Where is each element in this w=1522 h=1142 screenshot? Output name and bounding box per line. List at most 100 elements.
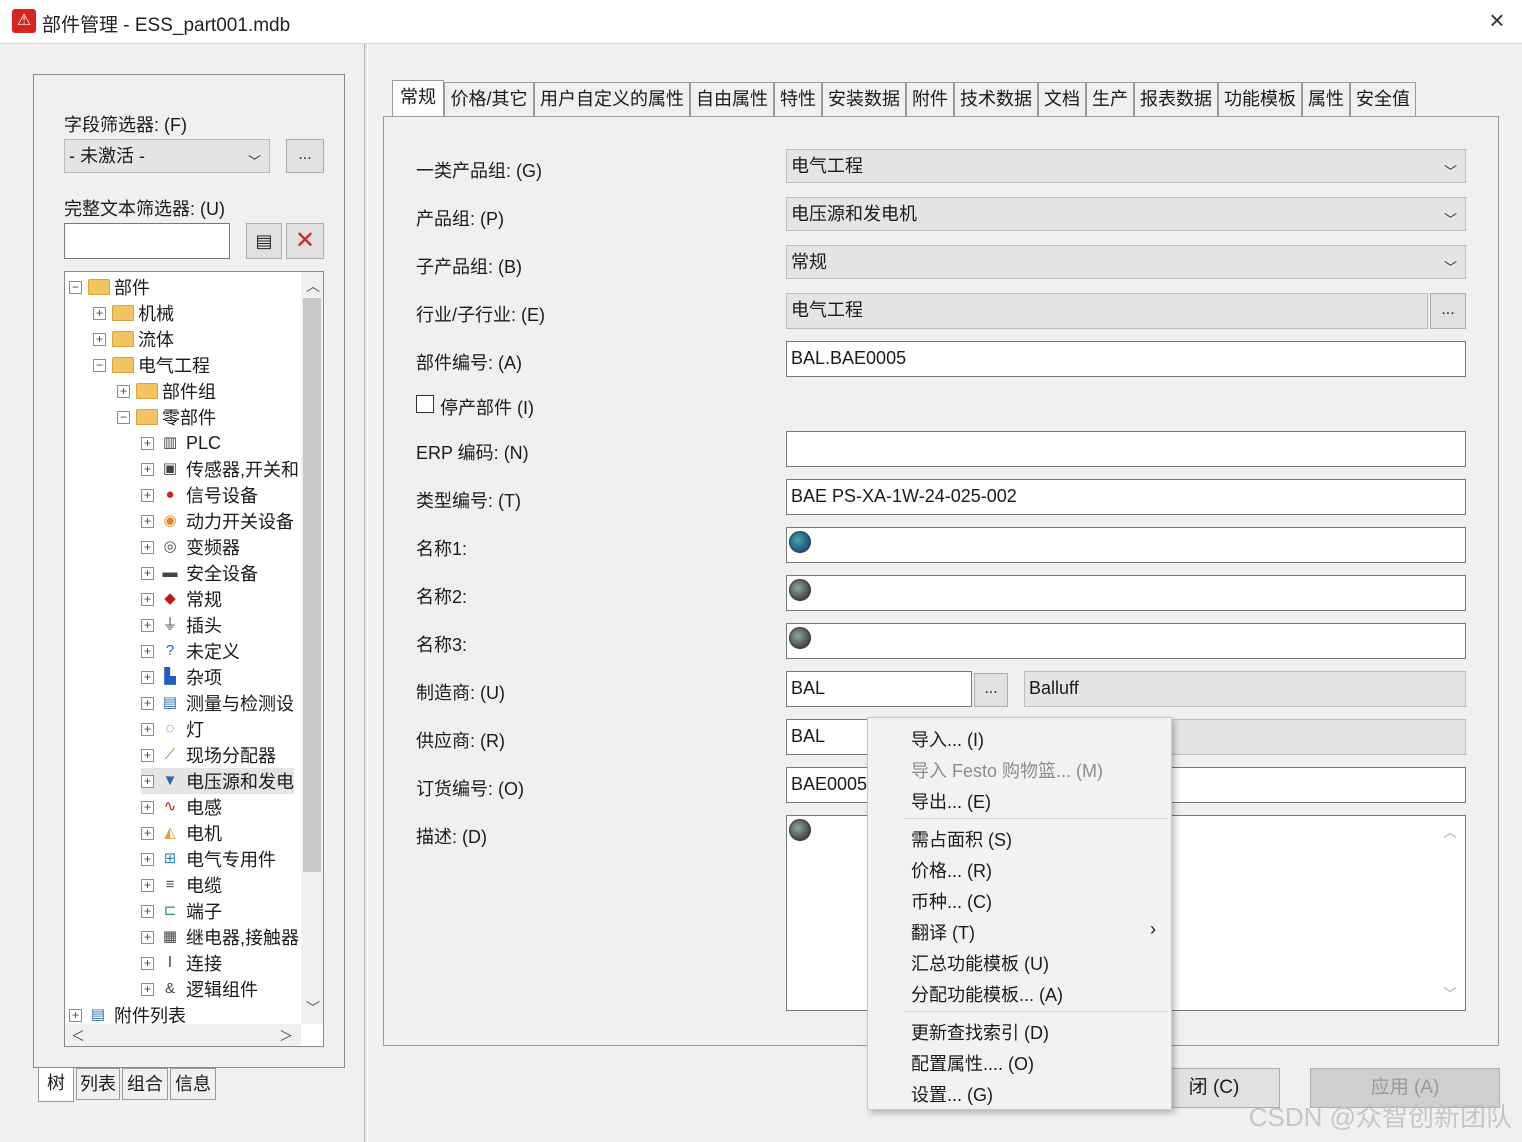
expand-icon[interactable]: +: [141, 462, 154, 476]
scroll-down-icon[interactable]: ﹀: [306, 998, 320, 1018]
expand-icon[interactable]: +: [141, 696, 154, 710]
scroll-up-icon[interactable]: ︿: [1443, 822, 1457, 842]
discontinued-checkbox[interactable]: [416, 395, 434, 413]
collapse-icon[interactable]: −: [69, 280, 82, 294]
parts-tree[interactable]: − 部件 + 机械 + 流体 − 电气工程 + 部件组 − 零部件 + ▥ PLC + ▣ 传感器,开关和 + ● 信号…: [64, 271, 324, 1047]
tree-item[interactable]: + 机械: [93, 300, 174, 326]
expand-icon[interactable]: +: [141, 982, 154, 996]
tree-item[interactable]: + ▼ 电压源和发电: [141, 768, 294, 794]
industry-field[interactable]: 电气工程: [786, 293, 1428, 329]
tab-report-data[interactable]: 报表数据: [1134, 82, 1218, 116]
tab-free-properties[interactable]: 自由属性: [690, 82, 774, 116]
tree-item[interactable]: + ▙ 杂项: [141, 664, 222, 690]
tab-info[interactable]: 信息: [170, 1068, 216, 1100]
tree-item[interactable]: − 电气工程: [93, 352, 210, 378]
collapse-icon[interactable]: −: [93, 358, 106, 372]
field-filter-more-button[interactable]: ...: [286, 139, 324, 173]
tree-item[interactable]: + 部件组: [117, 378, 216, 404]
tab-mounting-data[interactable]: 安装数据: [822, 82, 906, 116]
panel-splitter[interactable]: [364, 44, 368, 1142]
name1-input[interactable]: [786, 527, 1466, 563]
expand-icon[interactable]: +: [141, 592, 154, 606]
manufacturer-more-button[interactable]: ...: [974, 673, 1008, 707]
tree-item[interactable]: + ∿ 电感: [141, 794, 222, 820]
expand-icon[interactable]: +: [141, 800, 154, 814]
name2-input[interactable]: [786, 575, 1466, 611]
expand-icon[interactable]: +: [69, 1008, 82, 1022]
tree-item[interactable]: + ◭ 电机: [141, 820, 222, 846]
expand-icon[interactable]: +: [141, 826, 154, 840]
menu-item-summarize-templates[interactable]: 汇总功能模板 (U): [911, 950, 1049, 976]
tree-scroll-thumb[interactable]: [303, 298, 321, 872]
menu-item-export[interactable]: 导出... (E): [911, 788, 991, 814]
expand-icon[interactable]: +: [141, 644, 154, 658]
tree-item[interactable]: + ⏚ 插头: [141, 612, 222, 638]
globe-icon[interactable]: [789, 579, 811, 601]
expand-icon[interactable]: +: [141, 566, 154, 580]
tree-item[interactable]: + ◌ 灯: [141, 716, 204, 742]
expand-icon[interactable]: +: [141, 774, 154, 788]
globe-icon[interactable]: [789, 627, 811, 649]
industry-more-button[interactable]: ...: [1430, 293, 1466, 329]
tree-item[interactable]: − 部件: [69, 274, 150, 300]
tree-item[interactable]: + ▣ 传感器,开关和: [141, 456, 299, 482]
tab-documents[interactable]: 文档: [1038, 82, 1086, 116]
erp-code-input[interactable]: [786, 431, 1466, 467]
tree-item[interactable]: − 零部件: [117, 404, 216, 430]
sub-product-group-select[interactable]: 常规 ﹀: [786, 245, 1466, 279]
menu-item-settings[interactable]: 设置... (G): [911, 1081, 993, 1107]
tree-item[interactable]: + ▦ 继电器,接触器: [141, 924, 299, 950]
tree-item[interactable]: + ▬ 安全设备: [141, 560, 258, 586]
tab-list[interactable]: 列表: [76, 1068, 120, 1100]
clear-filter-icon[interactable]: ✕: [286, 223, 324, 259]
tab-general[interactable]: 常规: [392, 80, 444, 116]
scroll-left-icon[interactable]: ＜: [71, 1026, 85, 1046]
tree-item[interactable]: + ▥ PLC: [141, 430, 221, 456]
expand-icon[interactable]: +: [141, 748, 154, 762]
name3-input[interactable]: [786, 623, 1466, 659]
tree-item[interactable]: + ● 信号设备: [141, 482, 258, 508]
tree-item[interactable]: +? 未定义: [141, 638, 240, 664]
field-filter-select[interactable]: - 未激活 - ﹀: [64, 139, 270, 173]
tab-tree[interactable]: 树: [38, 1068, 74, 1102]
tree-item[interactable]: + ⊞ 电气专用件: [141, 846, 276, 872]
manufacturer-code-input[interactable]: BAL: [786, 671, 972, 707]
expand-icon[interactable]: +: [141, 540, 154, 554]
tree-item[interactable]: + 流体: [93, 326, 174, 352]
expand-icon[interactable]: +: [141, 670, 154, 684]
globe-icon[interactable]: [789, 819, 811, 841]
tree-item[interactable]: + ⊏ 端子: [141, 898, 222, 924]
menu-item-area[interactable]: 需占面积 (S): [911, 826, 1012, 852]
expand-icon[interactable]: +: [93, 306, 106, 320]
scroll-right-icon[interactable]: ＞: [279, 1026, 293, 1046]
tree-item[interactable]: + ◆ 常规: [141, 586, 222, 612]
tab-function-templates[interactable]: 功能模板: [1218, 82, 1302, 116]
expand-icon[interactable]: +: [141, 956, 154, 970]
tree-item[interactable]: + ⟋ 现场分配器: [141, 742, 276, 768]
tab-accessories[interactable]: 附件: [906, 82, 954, 116]
tab-user-defined[interactable]: 用户自定义的属性: [534, 82, 690, 116]
menu-item-currency[interactable]: 币种... (C): [911, 888, 992, 914]
tree-item[interactable]: + ≡ 电缆: [141, 872, 222, 898]
part-number-input[interactable]: BAL.BAE0005: [786, 341, 1466, 377]
expand-icon[interactable]: +: [141, 514, 154, 528]
tab-combination[interactable]: 组合: [122, 1068, 168, 1100]
scroll-up-icon[interactable]: ︿: [306, 276, 320, 296]
tree-item[interactable]: + ◉ 动力开关设备: [141, 508, 294, 534]
expand-icon[interactable]: +: [117, 384, 130, 398]
type-number-input[interactable]: BAE PS-XA-1W-24-025-002: [786, 479, 1466, 515]
close-window-button[interactable]: ×: [1486, 7, 1508, 34]
tree-item[interactable]: + & 逻辑组件: [141, 976, 258, 1002]
expand-icon[interactable]: +: [141, 904, 154, 918]
menu-item-price[interactable]: 价格... (R): [911, 857, 992, 883]
expand-icon[interactable]: +: [141, 930, 154, 944]
tab-production[interactable]: 生产: [1086, 82, 1134, 116]
tree-horizontal-scrollbar[interactable]: ＜ ＞: [65, 1024, 301, 1046]
tab-properties[interactable]: 属性: [1302, 82, 1350, 116]
expand-icon[interactable]: +: [141, 488, 154, 502]
tab-safety-values[interactable]: 安全值: [1350, 82, 1416, 116]
collapse-icon[interactable]: −: [117, 410, 130, 424]
tree-vertical-scrollbar[interactable]: ︿ ﹀: [301, 272, 323, 1024]
menu-item-import[interactable]: 导入... (I): [911, 726, 984, 752]
menu-item-update-index[interactable]: 更新查找索引 (D): [911, 1019, 1049, 1045]
